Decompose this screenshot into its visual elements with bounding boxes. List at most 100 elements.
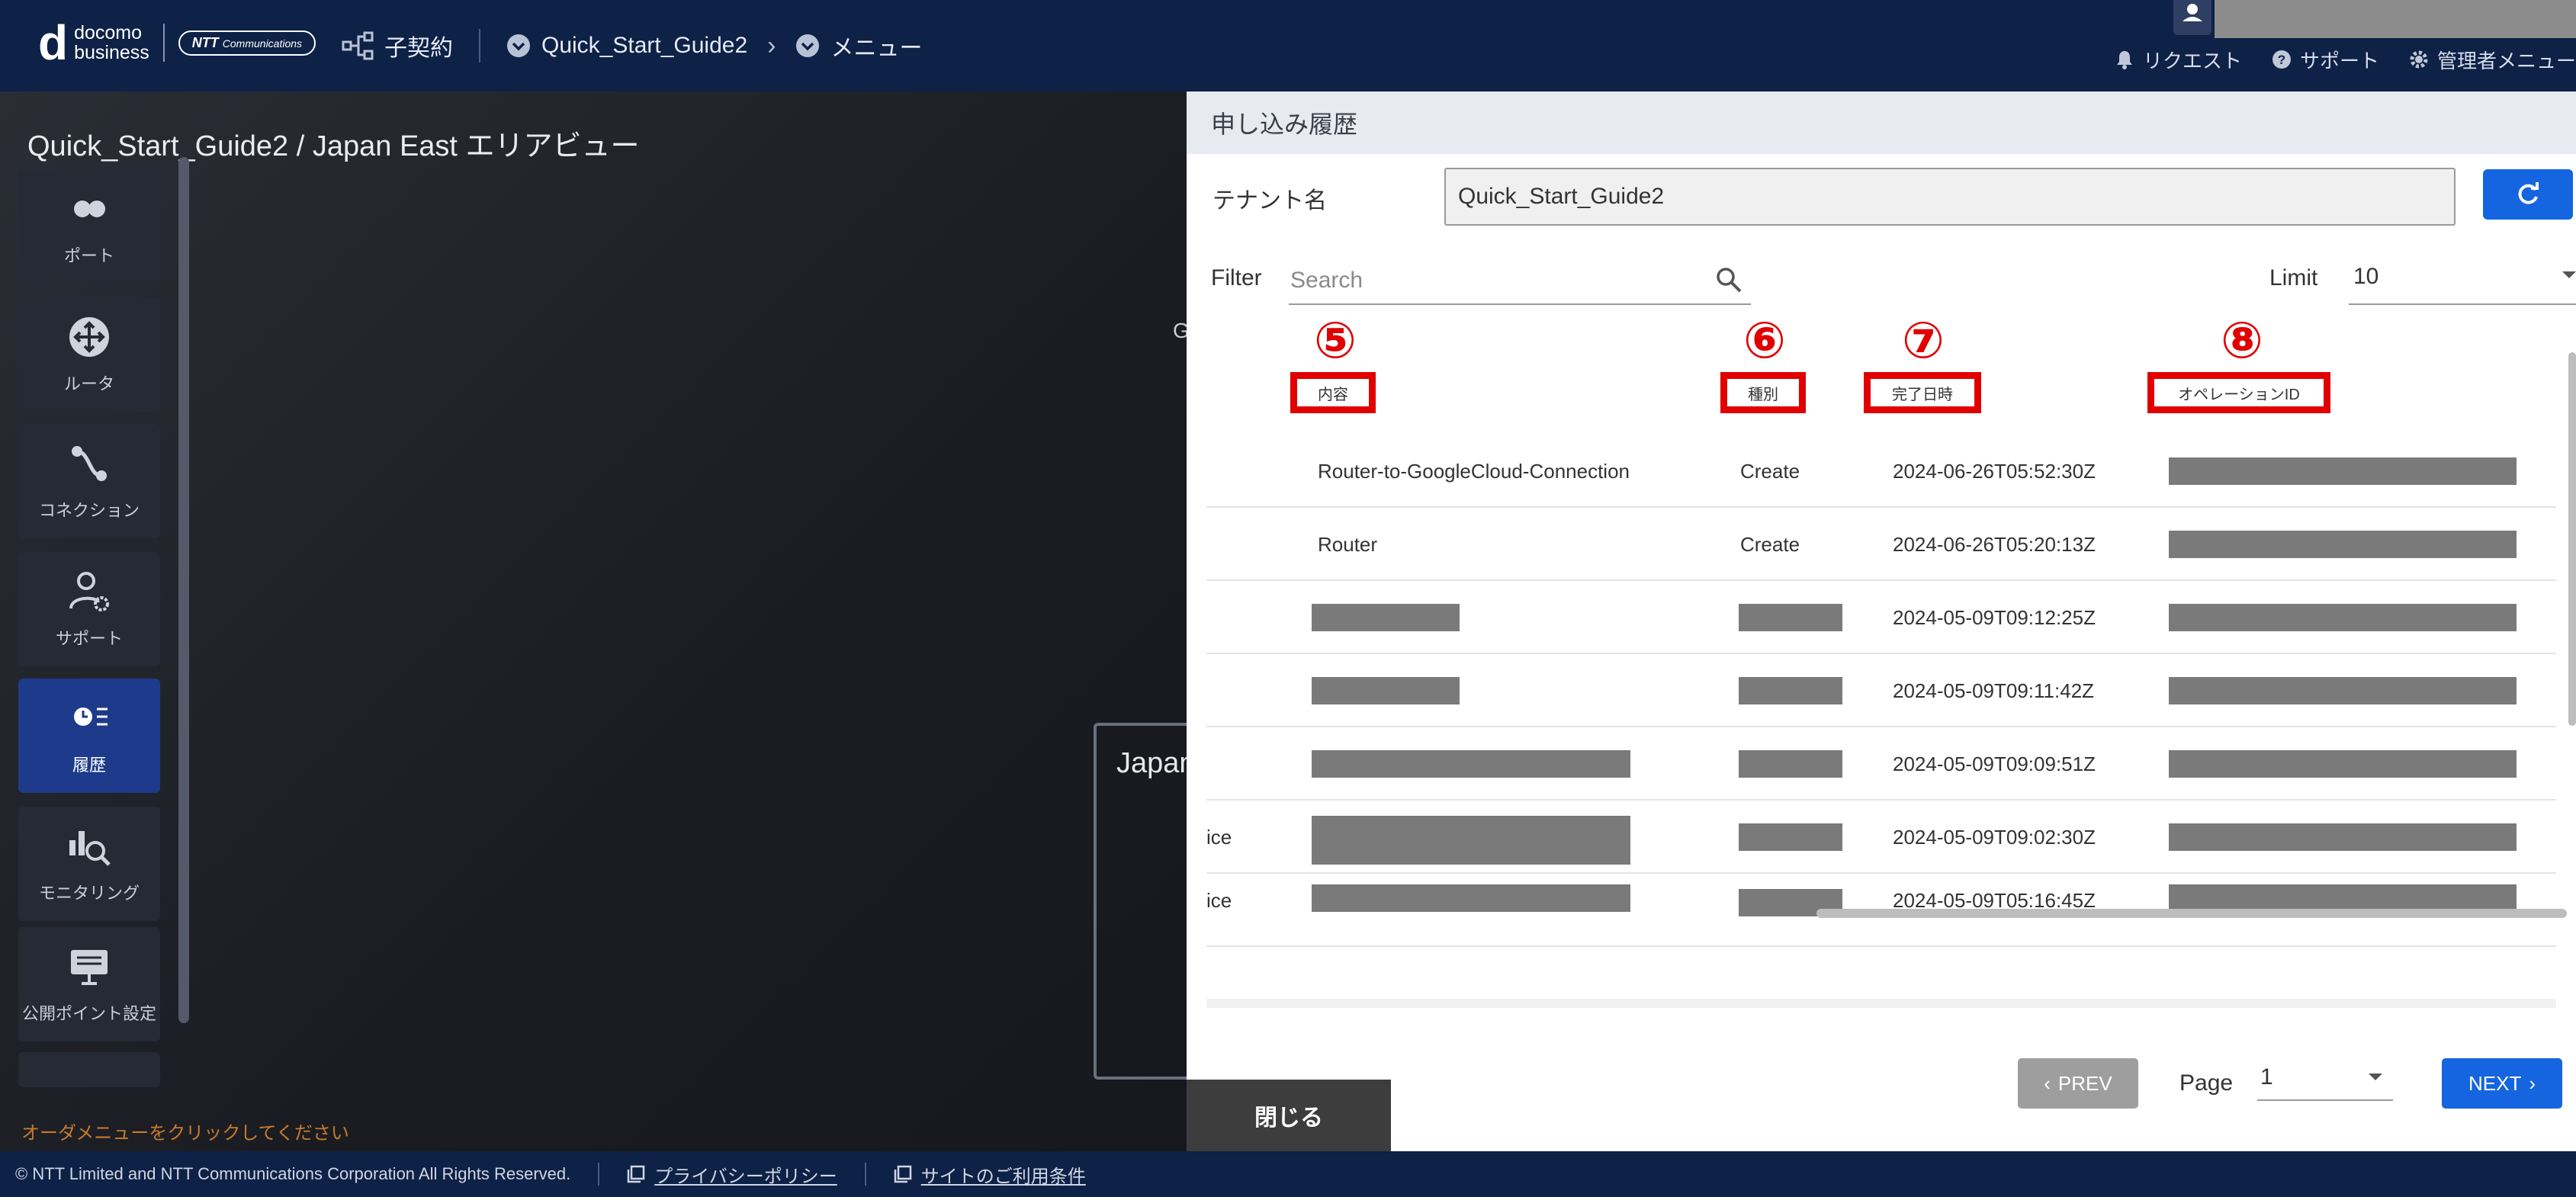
history-table: Router-to-GoogleCloud-Connection Create … bbox=[1206, 435, 2556, 1008]
sidebar-item-router[interactable]: ルータ bbox=[18, 297, 160, 412]
menu-dropdown-icon[interactable] bbox=[795, 34, 820, 58]
content-redacted bbox=[1312, 677, 1460, 704]
privacy-policy-link[interactable]: プライバシーポリシー bbox=[627, 1161, 837, 1188]
support-link[interactable]: ? サポート bbox=[2271, 46, 2379, 74]
docomo-business-logo[interactable]: d docomo business NTT Communications bbox=[38, 17, 316, 69]
gear-icon bbox=[2410, 50, 2428, 69]
content-redacted bbox=[1312, 750, 1630, 778]
operation-id-redacted bbox=[2169, 823, 2517, 851]
port-icon bbox=[74, 201, 105, 217]
cell-completed: 2024-05-09T09:02:30Z bbox=[1893, 825, 2096, 849]
tenant-dropdown-icon[interactable] bbox=[506, 34, 531, 58]
annotation-number-5: ⑤ bbox=[1314, 312, 1357, 368]
external-link-icon bbox=[627, 1165, 645, 1183]
sidebar-item-public-point[interactable]: 公開ポイント設定 bbox=[18, 927, 160, 1041]
privacy-policy-label: プライバシーポリシー bbox=[654, 1166, 837, 1187]
sidebar-label-public-point: 公開ポイント設定 bbox=[21, 1004, 156, 1023]
cell-completed: 2024-05-09T09:11:42Z bbox=[1893, 679, 2095, 702]
ntt-logo-text: NTT bbox=[191, 34, 219, 50]
operation-id-redacted bbox=[2169, 884, 2517, 912]
terms-label: サイトのご利用条件 bbox=[920, 1166, 1086, 1187]
monitoring-icon bbox=[69, 831, 111, 866]
crumb-contract[interactable]: 子契約 bbox=[384, 29, 453, 63]
sidebar-item-support[interactable]: サポート bbox=[18, 552, 160, 666]
cell-completed: 2024-06-26T05:52:30Z bbox=[1893, 459, 2096, 483]
tenant-name-field[interactable]: Quick_Start_Guide2 bbox=[1444, 168, 2456, 226]
cell-completed: 2024-05-09T09:09:51Z bbox=[1893, 752, 2096, 775]
table-hscroll-track bbox=[1206, 999, 2556, 1008]
history-icon bbox=[74, 708, 108, 726]
docomo-d-mark: d bbox=[38, 15, 69, 70]
type-redacted bbox=[1739, 750, 1842, 778]
search-input[interactable] bbox=[1290, 264, 1702, 297]
chevron-down-icon bbox=[2562, 271, 2576, 278]
refresh-icon bbox=[2518, 182, 2539, 204]
sidebar-item-monitoring[interactable]: モニタリング bbox=[18, 807, 160, 921]
sidebar-scrollbar[interactable] bbox=[178, 157, 189, 1023]
chevron-down-icon bbox=[2369, 1073, 2382, 1080]
table-row[interactable]: Router-to-GoogleCloud-Connection Create … bbox=[1206, 435, 2556, 508]
public-point-icon bbox=[71, 950, 108, 985]
content-redacted bbox=[1312, 884, 1630, 912]
table-row[interactable]: 2024-05-09T09:12:25Z bbox=[1206, 581, 2556, 654]
page-select[interactable]: 1 bbox=[2257, 1058, 2393, 1101]
breadcrumb: 子契約 Quick_Start_Guide2 › メニュー bbox=[342, 24, 922, 67]
terms-link[interactable]: サイトのご利用条件 bbox=[894, 1161, 1086, 1188]
request-link[interactable]: リクエスト bbox=[2114, 46, 2242, 74]
cell-content: Router bbox=[1318, 532, 1378, 556]
brand-line1: docomo bbox=[74, 22, 143, 43]
support-label: サポート bbox=[2299, 49, 2379, 72]
close-button[interactable]: 閉じる bbox=[1187, 1080, 1391, 1151]
limit-select[interactable]: 10 bbox=[2349, 255, 2576, 305]
admin-menu-label: 管理者メニュー bbox=[2436, 49, 2576, 72]
footer: © NTT Limited and NTT Communications Cor… bbox=[0, 1151, 2576, 1197]
chevron-left-icon: ‹ bbox=[2044, 1071, 2051, 1095]
ntt-communications-logo: NTT Communications bbox=[178, 30, 316, 56]
brand-line2: business bbox=[74, 42, 149, 63]
type-redacted bbox=[1739, 823, 1842, 851]
type-redacted bbox=[1739, 677, 1842, 704]
refresh-button[interactable] bbox=[2483, 169, 2573, 220]
sidebar-item-connection[interactable]: コネクション bbox=[18, 424, 160, 538]
sidebar-item-history[interactable]: 履歴 bbox=[18, 679, 160, 793]
table-row[interactable]: Router Create 2024-06-26T05:20:13Z bbox=[1206, 508, 2556, 581]
crumb-menu[interactable]: メニュー bbox=[830, 29, 922, 63]
next-label: NEXT bbox=[2468, 1071, 2522, 1095]
operation-id-redacted bbox=[2169, 604, 2517, 631]
annotation-operation-id-column: オペレーションID bbox=[2147, 372, 2330, 413]
user-name-redacted bbox=[2215, 0, 2576, 38]
annotation-number-8: ⑧ bbox=[2221, 312, 2263, 368]
sidebar-label-connection: コネクション bbox=[38, 501, 140, 520]
sidebar-label-support: サポート bbox=[55, 629, 123, 648]
table-row[interactable]: 2024-05-09T09:09:51Z bbox=[1206, 727, 2556, 801]
page-value: 1 bbox=[2260, 1064, 2273, 1089]
table-row[interactable]: 2024-05-09T09:11:42Z bbox=[1206, 654, 2556, 727]
table-hscroll-thumb[interactable] bbox=[1816, 909, 2567, 918]
sidebar-item-port[interactable]: ポート bbox=[18, 169, 160, 284]
next-button[interactable]: NEXT › bbox=[2442, 1058, 2562, 1109]
annotation-completed-column: 完了日時 bbox=[1864, 372, 1981, 413]
sidebar-label-monitoring: モニタリング bbox=[38, 884, 140, 903]
router-icon bbox=[69, 317, 109, 357]
bell-icon bbox=[2116, 51, 2132, 69]
sidebar-label-port: ポート bbox=[63, 246, 114, 265]
footer-divider bbox=[598, 1163, 600, 1186]
sidebar-item-partial[interactable] bbox=[18, 1052, 160, 1087]
cell-completed: 2024-05-09T09:12:25Z bbox=[1893, 605, 2096, 629]
admin-menu-link[interactable]: 管理者メニュー bbox=[2408, 46, 2576, 74]
prev-button[interactable]: ‹ PREV bbox=[2018, 1058, 2138, 1109]
search-icon[interactable] bbox=[1714, 265, 1743, 294]
search-field-wrap bbox=[1289, 255, 1751, 305]
crumb-tenant[interactable]: Quick_Start_Guide2 bbox=[541, 33, 747, 59]
table-vscroll-thumb[interactable] bbox=[2568, 352, 2576, 726]
external-link-icon bbox=[894, 1165, 912, 1183]
ntt-logo-sub: Communications bbox=[222, 37, 303, 50]
tenant-name-label: テナント名 bbox=[1213, 188, 1327, 213]
brand-divider bbox=[162, 24, 165, 62]
table-row[interactable]: ice 2024-05-09T09:02:30Z bbox=[1206, 801, 2556, 874]
user-icon[interactable] bbox=[2173, 0, 2211, 35]
support-user-icon bbox=[69, 572, 109, 611]
brand-text: docomo business bbox=[74, 23, 149, 63]
sidebar-label-router: ルータ bbox=[63, 374, 114, 393]
help-icon: ? bbox=[2272, 50, 2291, 69]
